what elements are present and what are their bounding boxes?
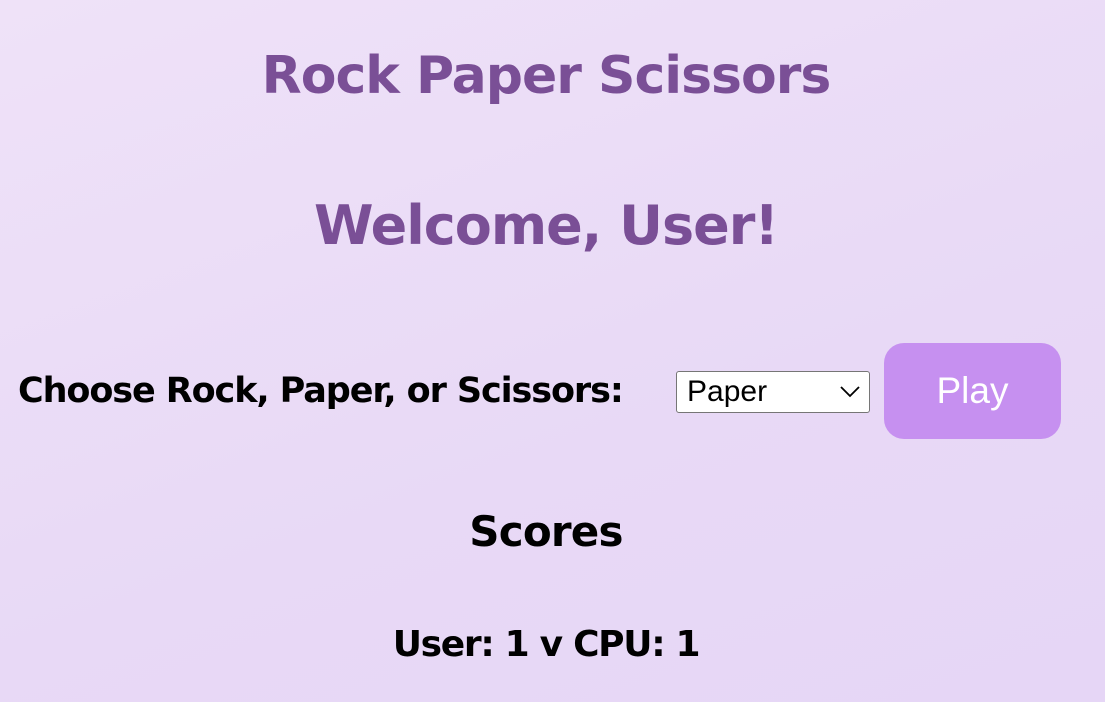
play-button[interactable]: Play xyxy=(884,343,1061,439)
welcome-message: Welcome, User! xyxy=(314,194,779,257)
cpu-score-label: CPU: xyxy=(573,624,666,665)
score-line: User: 1 v CPU: 1 xyxy=(0,620,1092,670)
versus-text: v xyxy=(539,624,563,665)
choose-label: Choose Rock, Paper, or Scissors: xyxy=(18,371,624,411)
user-score-value: 1 xyxy=(504,624,530,665)
chevron-down-icon xyxy=(840,386,860,398)
choice-select[interactable]: Paper xyxy=(676,371,870,413)
choice-select-value: Paper xyxy=(687,375,768,408)
choice-row: Choose Rock, Paper, or Scissors: Paper P… xyxy=(18,343,1061,439)
page-title: Rock Paper Scissors xyxy=(261,46,832,106)
scores-heading: Scores xyxy=(469,507,623,556)
user-score-label: User: xyxy=(392,624,495,665)
cpu-score-value: 1 xyxy=(675,624,701,665)
